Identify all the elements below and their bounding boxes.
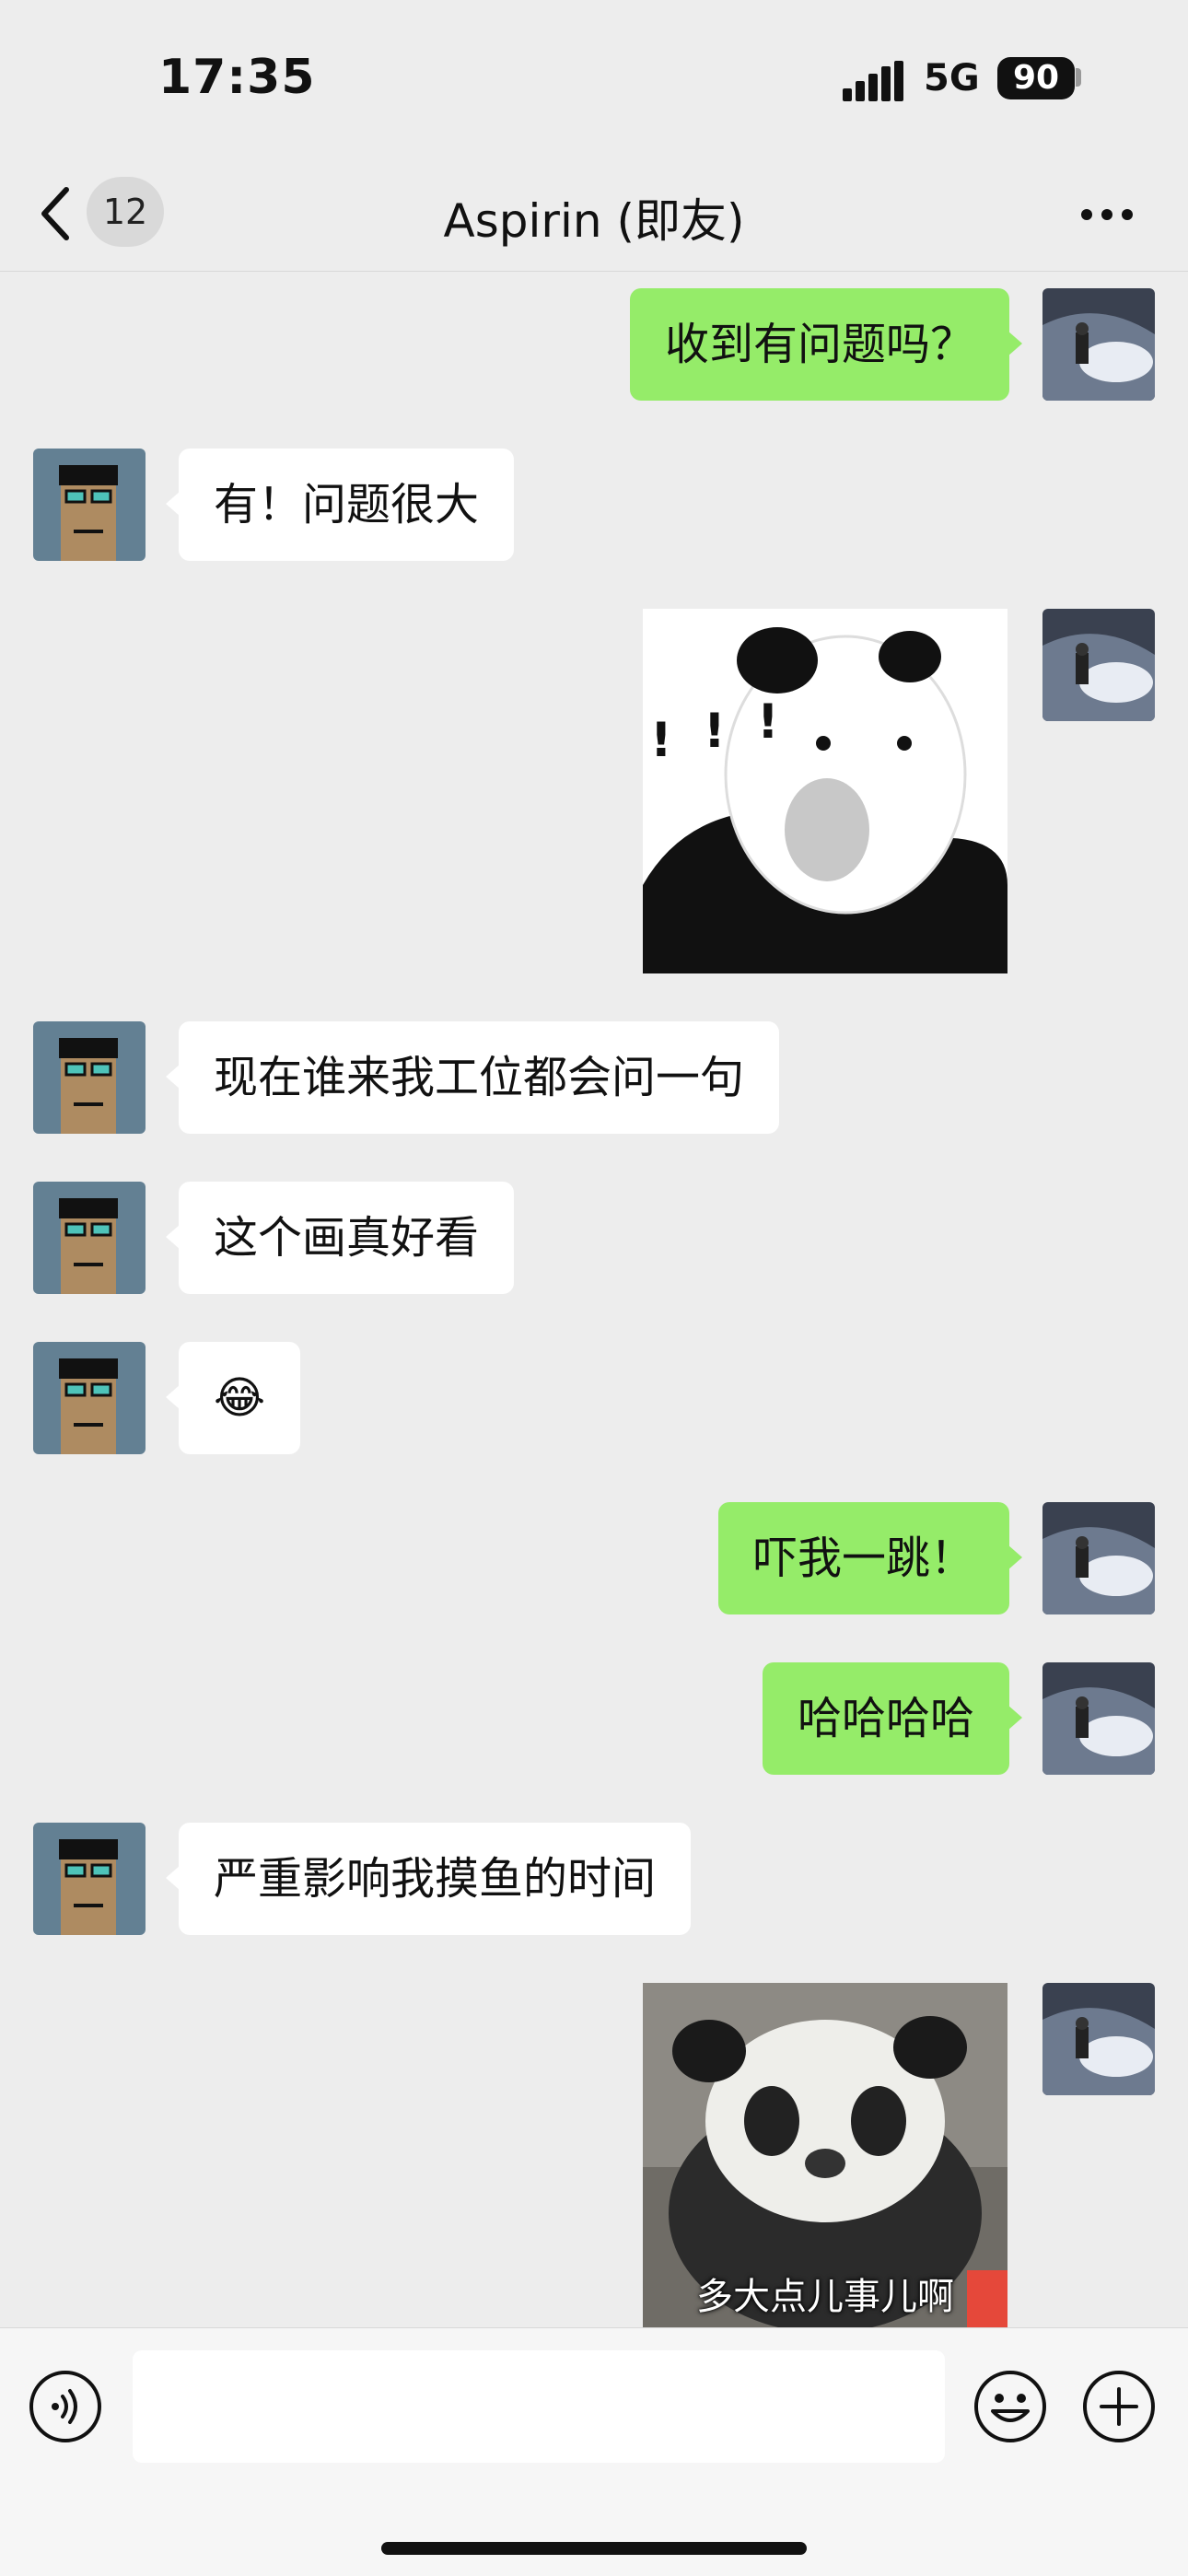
chat-title: Aspirin (即友): [443, 194, 745, 248]
sticker-panda-photo[interactable]: 多大点儿事儿啊: [643, 1983, 1007, 2327]
message-bubble-incoming[interactable]: 严重影响我摸鱼的时间: [165, 1823, 692, 1935]
signal-icon: [843, 61, 903, 101]
contact-avatar[interactable]: [33, 1021, 146, 1134]
message-bubble-outgoing[interactable]: 收到有问题吗？: [629, 288, 1023, 401]
chat-header: 12 Aspirin (即友): [0, 157, 1188, 272]
sticker-panda-meme[interactable]: ! ! !: [643, 609, 1007, 973]
message-bubble-incoming[interactable]: 😂: [165, 1342, 301, 1454]
message-list[interactable]: 收到有问题吗？ 有！问题很大 ! ! ! 现在谁来我工位都会问一句 这个画真好看: [0, 272, 1188, 2327]
message-bubble-outgoing[interactable]: 吓我一跳！: [717, 1502, 1023, 1614]
input-bar: [0, 2327, 1188, 2576]
sticker-caption: 多大点儿事儿啊: [696, 2276, 954, 2318]
battery-indicator: 90: [997, 57, 1075, 99]
my-avatar[interactable]: [1042, 288, 1155, 401]
svg-text:!: !: [757, 694, 779, 750]
battery-tip: [1076, 68, 1081, 87]
status-time: 17:35: [158, 50, 316, 105]
message-input[interactable]: [133, 2350, 945, 2463]
my-avatar[interactable]: [1042, 609, 1155, 721]
svg-text:!: !: [704, 704, 726, 759]
network-type: 5G: [924, 57, 980, 99]
message-bubble-incoming[interactable]: 这个画真好看: [165, 1182, 515, 1294]
voice-icon[interactable]: [28, 2369, 103, 2444]
contact-avatar[interactable]: [33, 1342, 146, 1454]
message-bubble-incoming[interactable]: 有！问题很大: [165, 449, 515, 561]
status-bar: 17:35 5G 90: [0, 0, 1188, 157]
my-avatar[interactable]: [1042, 1662, 1155, 1775]
message-bubble-outgoing[interactable]: 哈哈哈哈: [762, 1662, 1023, 1775]
my-avatar[interactable]: [1042, 1983, 1155, 2095]
contact-avatar[interactable]: [33, 449, 146, 561]
my-avatar[interactable]: [1042, 1502, 1155, 1614]
message-bubble-incoming[interactable]: 现在谁来我工位都会问一句: [165, 1021, 780, 1134]
more-icon[interactable]: [1079, 201, 1135, 228]
svg-text:!: !: [650, 713, 672, 768]
contact-avatar[interactable]: [33, 1823, 146, 1935]
plus-icon[interactable]: [1081, 2369, 1157, 2444]
emoji-icon[interactable]: [973, 2369, 1048, 2444]
home-indicator[interactable]: [381, 2542, 807, 2555]
contact-avatar[interactable]: [33, 1182, 146, 1294]
